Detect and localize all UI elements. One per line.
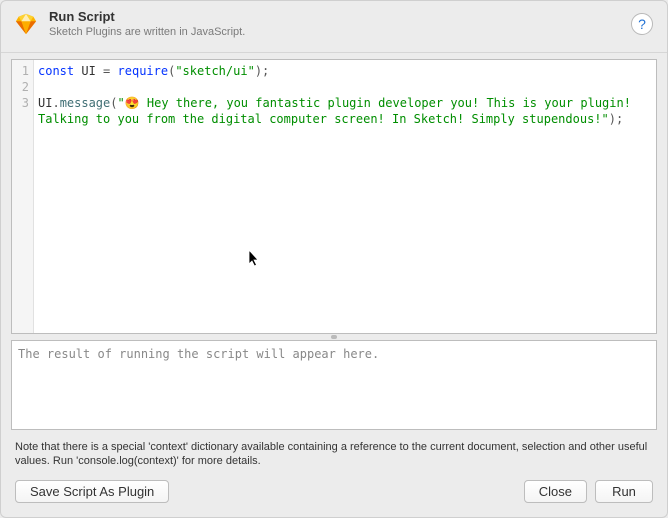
operator-eq: =: [103, 64, 110, 78]
identifier-ui: UI: [81, 64, 95, 78]
output-panel: The result of running the script will ap…: [11, 340, 657, 430]
window-subtitle: Sketch Plugins are written in JavaScript…: [49, 26, 631, 38]
line-number: 1: [12, 63, 29, 79]
output-placeholder: The result of running the script will ap…: [18, 347, 379, 361]
keyword-const: const: [38, 64, 74, 78]
divider-handle-icon: [331, 335, 337, 339]
sketch-icon: [15, 13, 37, 35]
line-number: 2: [12, 79, 29, 95]
identifier-ui: UI: [38, 96, 52, 110]
rparen-semi: );: [609, 112, 623, 126]
string-message: "😍 Hey there, you fantastic plugin devel…: [38, 96, 638, 126]
dot: .: [52, 96, 59, 110]
rparen-semi: );: [255, 64, 269, 78]
function-require: require: [118, 64, 169, 78]
context-note: Note that there is a special 'context' d…: [1, 430, 667, 476]
save-as-plugin-button[interactable]: Save Script As Plugin: [15, 480, 169, 503]
header: Run Script Sketch Plugins are written in…: [1, 1, 667, 53]
code-area[interactable]: const UI = require ( "sketch/ui"); UI.mess…: [34, 60, 656, 333]
footer: Save Script As Plugin Close Run: [1, 476, 667, 517]
line-number: 3: [12, 95, 29, 111]
line-gutter: 1 2 3: [12, 60, 34, 333]
lparen: (: [110, 96, 117, 110]
string-sketch-ui: "sketch/ui": [175, 64, 254, 78]
code-editor[interactable]: 1 2 3 const UI = require ( "sketch/ui"); U…: [11, 59, 657, 334]
close-button[interactable]: Close: [524, 480, 587, 503]
help-button[interactable]: ?: [631, 13, 653, 35]
body: 1 2 3 const UI = require ( "sketch/ui"); U…: [1, 53, 667, 430]
property-message: message: [60, 96, 111, 110]
run-script-window: Run Script Sketch Plugins are written in…: [0, 0, 668, 518]
window-title: Run Script: [49, 9, 631, 24]
run-button[interactable]: Run: [595, 480, 653, 503]
